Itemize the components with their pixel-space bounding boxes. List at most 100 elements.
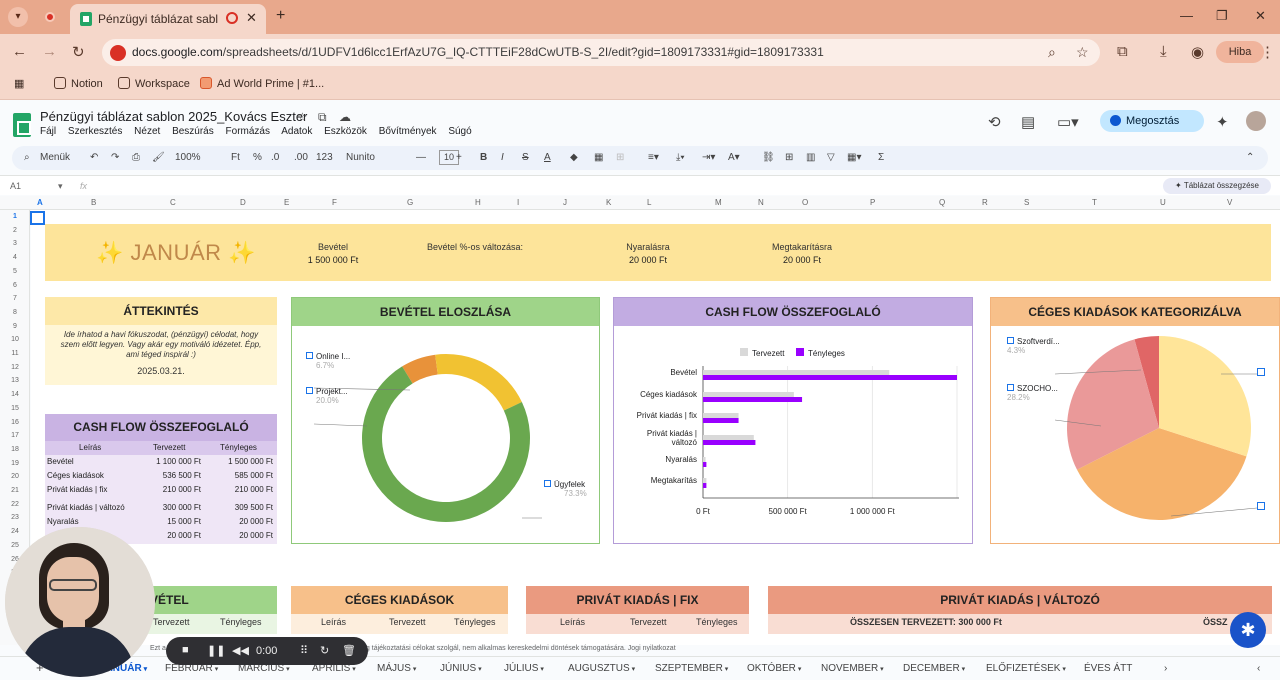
sheet-tab-menu-icon[interactable]: ▾ bbox=[476, 666, 482, 673]
scroll-tabs-icon[interactable]: › bbox=[1164, 663, 1167, 674]
zoom-select[interactable]: 100% bbox=[175, 152, 201, 163]
currency-format-button[interactable]: Ft bbox=[231, 152, 240, 163]
gemini-icon[interactable]: ✦ bbox=[1216, 113, 1229, 131]
number-format-button[interactable]: 123 bbox=[316, 152, 333, 163]
apps-grid-icon[interactable]: ▦ bbox=[14, 77, 24, 90]
align-vertical-icon[interactable]: ⤓▾ bbox=[676, 152, 685, 163]
increase-decimal-button[interactable]: .00 bbox=[294, 152, 308, 163]
row-header-7[interactable]: 7 bbox=[0, 295, 30, 302]
bookmark-star-icon[interactable]: ☆ bbox=[1076, 44, 1089, 61]
bar-planned-1[interactable] bbox=[703, 370, 890, 375]
borders-icon[interactable]: ▦ bbox=[594, 152, 603, 163]
company-expenses-chart[interactable]: CÉGES KIADÁSOK KATEGORIZÁLVA Szoftverdí.… bbox=[990, 297, 1280, 544]
bar-planned-2[interactable] bbox=[703, 392, 794, 397]
row-header-11[interactable]: 11 bbox=[0, 350, 30, 357]
text-color-icon[interactable]: A bbox=[544, 152, 551, 163]
bar-actual-4[interactable] bbox=[703, 440, 756, 445]
sheet-tab-menu-icon[interactable]: ▾ bbox=[1060, 666, 1066, 673]
italic-icon[interactable]: I bbox=[501, 152, 504, 163]
sheet-tab-11[interactable]: NOVEMBER ▾ bbox=[821, 663, 884, 674]
row-header-22[interactable]: 22 bbox=[0, 501, 30, 508]
sheet-tab-14[interactable]: ÉVES ÁTT bbox=[1084, 663, 1132, 674]
menu-tools[interactable]: Eszközök bbox=[324, 126, 367, 137]
table-row[interactable]: Bevétel 1 100 000 Ft 1 500 000 Ft bbox=[45, 455, 277, 469]
sheet-tab-menu-icon[interactable]: ▾ bbox=[796, 666, 802, 673]
merge-cells-icon[interactable]: ⊞ bbox=[616, 152, 624, 163]
star-icon[interactable]: ☆ bbox=[297, 110, 308, 124]
selected-cell[interactable] bbox=[30, 211, 45, 225]
browser-menu-icon[interactable]: ⋮ bbox=[1260, 43, 1275, 61]
sheet-tab-13[interactable]: ELŐFIZETÉSEK ▾ bbox=[986, 663, 1066, 674]
bookmark-workspace[interactable]: Workspace bbox=[118, 77, 190, 90]
row-header-2[interactable]: 2 bbox=[0, 227, 30, 234]
menu-view[interactable]: Nézet bbox=[134, 126, 160, 137]
sheets-logo-icon[interactable] bbox=[13, 113, 31, 137]
row-planned[interactable]: 1 100 000 Ft bbox=[133, 457, 201, 466]
cashflow-bar-chart[interactable]: CASH FLOW ÖSSZEFOGLALÓ Tervezett Tényleg… bbox=[613, 297, 973, 544]
functions-icon[interactable]: Σ bbox=[878, 152, 884, 163]
row-actual[interactable]: 309 500 Ft bbox=[205, 503, 273, 512]
insert-link-icon[interactable]: ⛓ bbox=[762, 152, 775, 163]
menu-edit[interactable]: Szerkesztés bbox=[68, 126, 122, 137]
column-header-e[interactable]: E bbox=[284, 198, 289, 207]
column-header-v[interactable]: V bbox=[1227, 198, 1232, 207]
text-wrap-icon[interactable]: ⇥▾ bbox=[702, 152, 715, 163]
overview-date[interactable]: 2025.03.21. bbox=[45, 366, 277, 376]
row-actual[interactable]: 210 000 Ft bbox=[205, 485, 273, 494]
row-header-23[interactable]: 23 bbox=[0, 514, 30, 521]
sheet-tab-menu-icon[interactable]: ▾ bbox=[723, 666, 729, 673]
browser-tab-active[interactable]: Pénzügyi táblázat sablon 20 ✕ bbox=[70, 4, 266, 34]
align-horizontal-icon[interactable]: ≡▾ bbox=[648, 152, 659, 163]
column-header-d[interactable]: D bbox=[240, 198, 246, 207]
bar-actual-2[interactable] bbox=[703, 397, 803, 402]
search-icon[interactable]: ⌕ bbox=[24, 152, 30, 163]
column-header-b[interactable]: B bbox=[91, 198, 96, 207]
zoom-icon[interactable]: ⌕ bbox=[1048, 44, 1056, 61]
pause-recording-icon[interactable]: ❚❚ bbox=[207, 644, 225, 657]
sheet-tab-7[interactable]: JÚLIUS ▾ bbox=[504, 663, 544, 674]
sheet-tab-menu-icon[interactable]: ▾ bbox=[284, 666, 290, 673]
column-header-o[interactable]: O bbox=[802, 198, 808, 207]
column-header-i[interactable]: I bbox=[517, 198, 519, 207]
back-icon[interactable]: ← bbox=[12, 43, 27, 60]
explore-icon[interactable]: ‹ bbox=[1257, 663, 1260, 674]
fill-color-icon[interactable]: ◆ bbox=[570, 152, 578, 163]
sheet-tab-menu-icon[interactable]: ▾ bbox=[538, 666, 544, 673]
row-description[interactable]: Privát kiadás | változó bbox=[47, 503, 125, 512]
column-header-c[interactable]: C bbox=[170, 198, 176, 207]
bar-planned-5[interactable] bbox=[703, 457, 706, 462]
menu-file[interactable]: Fájl bbox=[40, 126, 56, 137]
row-planned[interactable]: 536 500 Ft bbox=[133, 471, 201, 480]
sheet-tab-10[interactable]: OKTÓBER ▾ bbox=[747, 663, 801, 674]
row-planned[interactable]: 210 000 Ft bbox=[133, 485, 201, 494]
menu-help[interactable]: Súgó bbox=[448, 126, 471, 137]
column-header-u[interactable]: U bbox=[1160, 198, 1166, 207]
reload-icon[interactable]: ↻ bbox=[72, 43, 85, 61]
new-tab-button[interactable]: + bbox=[276, 7, 285, 25]
row-header-12[interactable]: 12 bbox=[0, 364, 30, 371]
row-header-3[interactable]: 3 bbox=[0, 240, 30, 247]
column-header-l[interactable]: L bbox=[647, 198, 651, 207]
move-icon[interactable]: ⧉ bbox=[318, 110, 327, 125]
extensions-icon[interactable]: ⧉ bbox=[1117, 43, 1128, 60]
sheet-tab-12[interactable]: DECEMBER ▾ bbox=[903, 663, 965, 674]
comments-icon[interactable]: ▤ bbox=[1021, 113, 1035, 131]
column-header-n[interactable]: N bbox=[758, 198, 764, 207]
column-header-k[interactable]: K bbox=[606, 198, 611, 207]
strikethrough-icon[interactable]: S bbox=[522, 152, 529, 163]
tab-search-button[interactable]: ▾ bbox=[8, 7, 28, 27]
row-header-21[interactable]: 21 bbox=[0, 487, 30, 494]
overview-text[interactable]: Ide írhatod a havi fókuszodat, (pénzügyi… bbox=[45, 325, 277, 360]
row-header-13[interactable]: 13 bbox=[0, 377, 30, 384]
row-header-5[interactable]: 5 bbox=[0, 268, 30, 275]
paint-format-icon[interactable]: 🖌 bbox=[152, 152, 165, 163]
row-header-17[interactable]: 17 bbox=[0, 432, 30, 439]
income-distribution-chart[interactable]: BEVÉTEL ELOSZLÁSA Online I... 6.7% Projek… bbox=[291, 297, 600, 544]
row-description[interactable]: Bevétel bbox=[47, 457, 74, 466]
close-window-button[interactable]: ✕ bbox=[1255, 8, 1266, 24]
site-info-icon[interactable] bbox=[110, 45, 126, 61]
maximize-button[interactable]: ❐ bbox=[1216, 8, 1228, 24]
percent-format-button[interactable]: % bbox=[253, 152, 262, 163]
redo-icon[interactable]: ↷ bbox=[111, 152, 119, 163]
column-header-a[interactable]: A bbox=[37, 198, 43, 207]
